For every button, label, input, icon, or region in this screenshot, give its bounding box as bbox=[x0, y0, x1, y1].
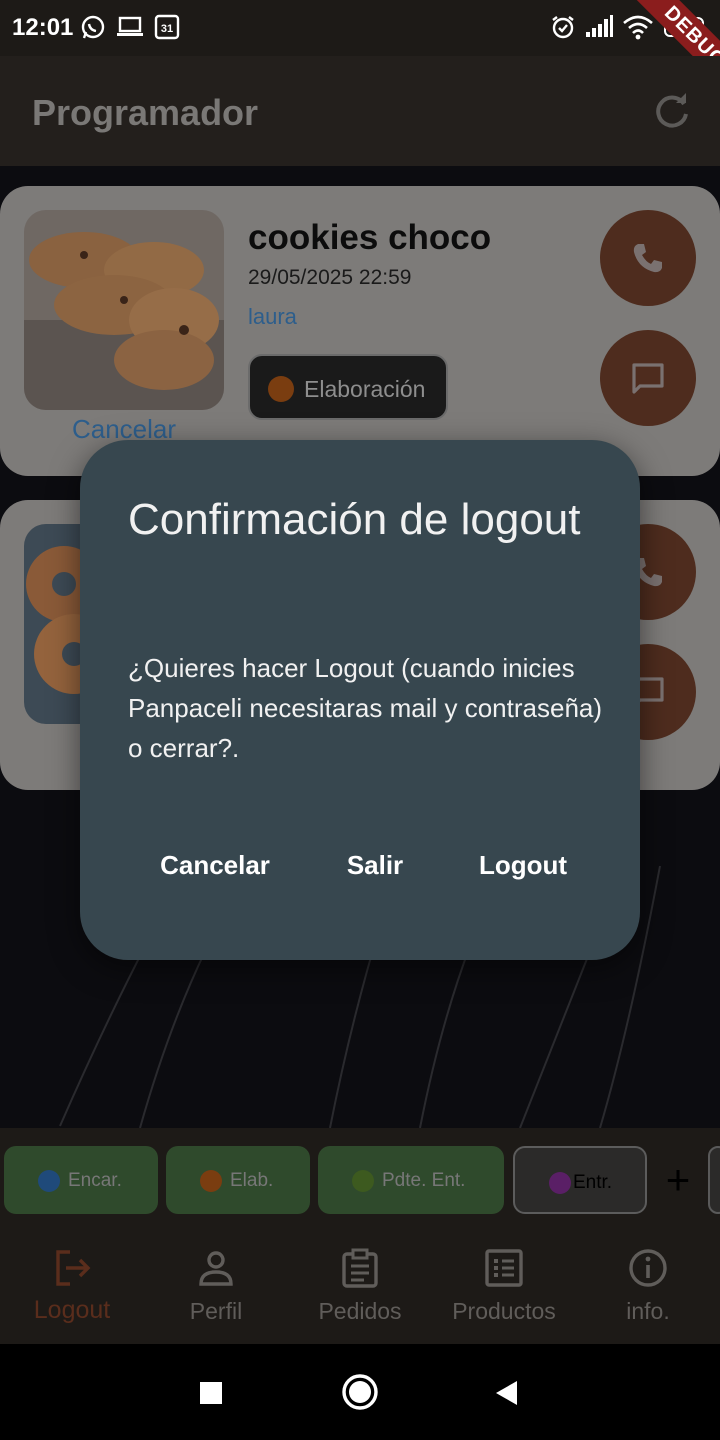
status-filter-bar: Encar. Elab. Pdte. Ent. Entr. + bbox=[0, 1128, 720, 1234]
system-navigation-bar bbox=[0, 1344, 720, 1440]
person-icon bbox=[199, 1251, 233, 1286]
alarm-icon bbox=[550, 14, 576, 45]
whatsapp-icon bbox=[80, 14, 106, 45]
logout-button[interactable]: Logout bbox=[470, 840, 576, 890]
filter-chip-entregado[interactable]: Entr. bbox=[513, 1146, 647, 1214]
filter-label: Pdte. Ent. bbox=[382, 1170, 466, 1191]
status-dot bbox=[268, 376, 294, 402]
nav-label: Productos bbox=[452, 1298, 556, 1324]
nav-label: Logout bbox=[33, 1296, 111, 1324]
filter-label: Elab. bbox=[230, 1170, 274, 1191]
logout-confirmation-dialog: Confirmación de logout ¿Quieres hacer Lo… bbox=[80, 440, 640, 960]
wifi-icon bbox=[622, 14, 654, 45]
signal-icon bbox=[584, 14, 614, 45]
home-icon[interactable] bbox=[340, 1372, 380, 1412]
nav-label: info. bbox=[626, 1298, 670, 1324]
dialog-title: Confirmación de logout bbox=[128, 495, 581, 544]
exit-button[interactable]: Salir bbox=[332, 840, 418, 890]
order-status-chip[interactable]: Elaboración bbox=[248, 354, 448, 420]
status-label: Elaboración bbox=[304, 376, 426, 402]
filter-dot bbox=[352, 1170, 374, 1192]
phone-icon bbox=[633, 244, 662, 273]
cancel-button[interactable]: Cancelar bbox=[150, 840, 280, 890]
nav-item-logout[interactable]: Logout bbox=[0, 1234, 144, 1344]
call-button[interactable] bbox=[600, 210, 696, 306]
nav-item-productos[interactable]: Productos bbox=[432, 1234, 576, 1344]
nav-item-pedidos[interactable]: Pedidos bbox=[288, 1234, 432, 1344]
filter-label: Encar. bbox=[68, 1170, 122, 1191]
recents-icon[interactable] bbox=[196, 1378, 226, 1408]
page-title: Programador bbox=[32, 92, 259, 133]
order-user[interactable]: laura bbox=[248, 304, 297, 330]
filter-chip-partial[interactable] bbox=[708, 1146, 720, 1214]
dialog-message: ¿Quieres hacer Logout (cuando inicies Pa… bbox=[128, 653, 603, 763]
add-filter-button[interactable]: + bbox=[660, 1156, 696, 1204]
clipboard-icon bbox=[342, 1248, 378, 1288]
filter-chip-pendiente-entrega[interactable]: Pdte. Ent. bbox=[318, 1146, 504, 1214]
order-card[interactable]: Cancelar cookies choco 29/05/2025 22:59 … bbox=[0, 186, 720, 476]
filter-chip-elaboracion[interactable]: Elab. bbox=[166, 1146, 310, 1214]
order-date: 29/05/2025 22:59 bbox=[248, 266, 412, 289]
nav-item-info[interactable]: info. bbox=[576, 1234, 720, 1344]
product-photo-cookies bbox=[24, 210, 224, 410]
status-bar: 12:01 31 38 DEBUG bbox=[0, 0, 720, 108]
nav-label: Perfil bbox=[189, 1298, 243, 1324]
calendar-icon: 31 bbox=[154, 14, 180, 45]
refresh-icon bbox=[656, 93, 688, 128]
nav-item-perfil[interactable]: Perfil bbox=[144, 1234, 288, 1344]
order-title: cookies choco bbox=[248, 218, 492, 257]
filter-dot bbox=[38, 1170, 60, 1192]
bottom-navigation: Logout Perfil Pedidos Productos info. bbox=[0, 1234, 720, 1344]
refresh-button[interactable] bbox=[650, 90, 694, 134]
nav-label: Pedidos bbox=[318, 1298, 402, 1324]
back-icon[interactable] bbox=[492, 1378, 522, 1408]
info-icon bbox=[629, 1249, 667, 1287]
filter-chip-encargado[interactable]: Encar. bbox=[4, 1146, 158, 1214]
status-time: 12:01 bbox=[12, 14, 74, 41]
list-icon bbox=[485, 1249, 523, 1287]
svg-text:31: 31 bbox=[161, 23, 173, 35]
logout-icon bbox=[56, 1250, 91, 1286]
filter-label: Entr. bbox=[573, 1172, 613, 1193]
filter-dot bbox=[200, 1170, 222, 1192]
message-button[interactable] bbox=[600, 330, 696, 426]
app-bar: Programador bbox=[0, 56, 720, 166]
chat-icon bbox=[632, 363, 664, 394]
laptop-icon bbox=[116, 14, 144, 45]
filter-dot bbox=[549, 1172, 571, 1194]
